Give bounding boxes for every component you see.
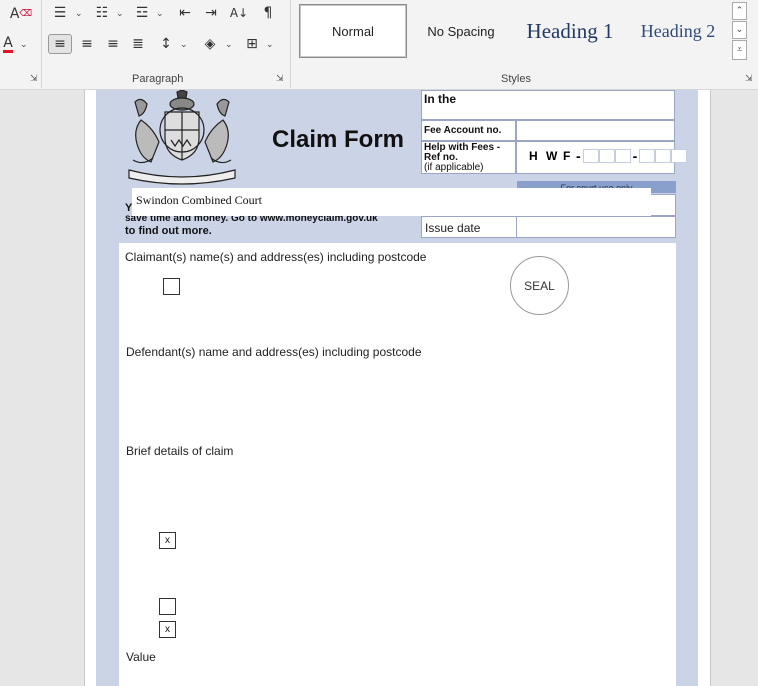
paragraph-group-label: Paragraph [132,73,184,85]
borders-icon[interactable]: ⊞ [242,34,262,54]
shading-dropdown-icon[interactable]: ⌄ [225,40,233,50]
styles-more-icon[interactable]: ⩡ [732,40,747,60]
royal-coat-of-arms-icon [128,90,236,185]
fee-account-input[interactable] [516,120,675,141]
line-spacing-dropdown-icon[interactable]: ⌄ [180,40,188,50]
issue-date-divider [516,217,517,237]
hwf-dash: - [632,148,638,164]
bullets-icon[interactable]: ☰ [50,3,70,23]
ribbon-separator [290,0,291,88]
hwf-cell[interactable] [655,149,672,163]
multilevel-list-dropdown-icon[interactable]: ⌄ [156,9,164,19]
align-left-icon[interactable]: ≡ [48,34,72,54]
styles-group-label: Styles [501,73,531,85]
hwf-cell[interactable] [671,149,688,163]
hwf-cell[interactable] [639,149,656,163]
hwf-ref-cells[interactable]: H W F - - [529,148,688,164]
ribbon: A ⌫ A ⌄ ⇲ ☰ ⌄ ☷ ⌄ ☲ ⌄ ⇤ ⇥ A↓ ¶ ≡ ≡ ≡ ≣ ↕ … [0,0,758,90]
align-right-icon[interactable]: ≡ [103,34,123,54]
seal-circle: SEAL [510,256,569,315]
numbering-dropdown-icon[interactable]: ⌄ [116,9,124,19]
line-spacing-icon[interactable]: ↕ [156,34,176,54]
font-dialog-launcher-icon[interactable]: ⇲ [30,74,38,84]
styles-dialog-launcher-icon[interactable]: ⇲ [745,74,753,84]
clear-formatting-icon[interactable]: A ⌫ [10,4,32,24]
form-title: Claim Form [272,126,405,153]
font-color-dropdown-icon[interactable]: ⌄ [20,40,28,50]
hwf-cell[interactable] [598,149,615,163]
brief-details-label: Brief details of claim [126,444,234,458]
hwf-label-line-3: (if applicable) [424,162,484,173]
numbering-icon[interactable]: ☷ [92,3,112,23]
sort-icon[interactable]: A↓ [228,3,250,23]
style-normal[interactable]: Normal [299,4,407,58]
hwf-letter: H [529,149,538,163]
in-the-label: In the [424,92,456,106]
hwf-cell[interactable] [582,149,599,163]
font-color-icon[interactable]: A [0,34,16,54]
claim-form: Claim Form In the Fee Account no. Help w… [96,90,698,686]
styles-scroll-up-icon[interactable]: ⌃ [732,2,747,20]
style-no-spacing[interactable]: No Spacing [410,4,512,58]
hwf-letter: W [546,149,558,163]
document-page[interactable]: Claim Form In the Fee Account no. Help w… [84,90,711,686]
ribbon-separator [41,0,42,88]
court-name-field[interactable]: Swindon Combined Court [132,188,651,216]
in-the-box[interactable] [421,90,675,120]
style-heading-1[interactable]: Heading 1 [516,4,624,58]
hwf-letter: F [563,149,571,163]
issue-date-row[interactable]: Issue date [421,216,676,238]
court-use-cell[interactable] [651,194,676,216]
borders-dropdown-icon[interactable]: ⌄ [266,40,274,50]
paragraph-dialog-launcher-icon[interactable]: ⇲ [276,74,284,84]
fee-account-label: Fee Account no. [424,125,502,136]
show-formatting-marks-icon[interactable]: ¶ [258,3,278,23]
justify-icon[interactable]: ≣ [128,34,148,54]
claimant-label: Claimant(s) name(s) and address(es) incl… [125,250,427,264]
claimant-checkbox[interactable] [163,278,180,295]
hwf-cell[interactable] [614,149,631,163]
issue-date-label: Issue date [425,221,481,235]
value-label: Value [126,650,156,664]
checkbox-empty[interactable] [159,598,176,615]
online-notice-line-3: to find out more. [125,225,212,237]
bullets-dropdown-icon[interactable]: ⌄ [75,9,83,19]
align-center-icon[interactable]: ≡ [77,34,97,54]
increase-indent-icon[interactable]: ⇥ [201,3,221,23]
claim-details-area[interactable] [119,243,676,686]
styles-scroll-down-icon[interactable]: ⌄ [732,21,747,39]
checkbox-checked[interactable]: x [159,532,176,549]
document-workspace[interactable]: Claim Form In the Fee Account no. Help w… [0,90,758,686]
decrease-indent-icon[interactable]: ⇤ [175,3,195,23]
shading-icon[interactable]: ◈ [200,34,220,54]
defendant-label: Defendant(s) name and address(es) includ… [126,345,422,359]
hwf-dash: - [576,148,581,164]
checkbox-checked[interactable]: x [159,621,176,638]
style-heading-2[interactable]: Heading 2 [630,4,726,58]
multilevel-list-icon[interactable]: ☲ [132,3,152,23]
